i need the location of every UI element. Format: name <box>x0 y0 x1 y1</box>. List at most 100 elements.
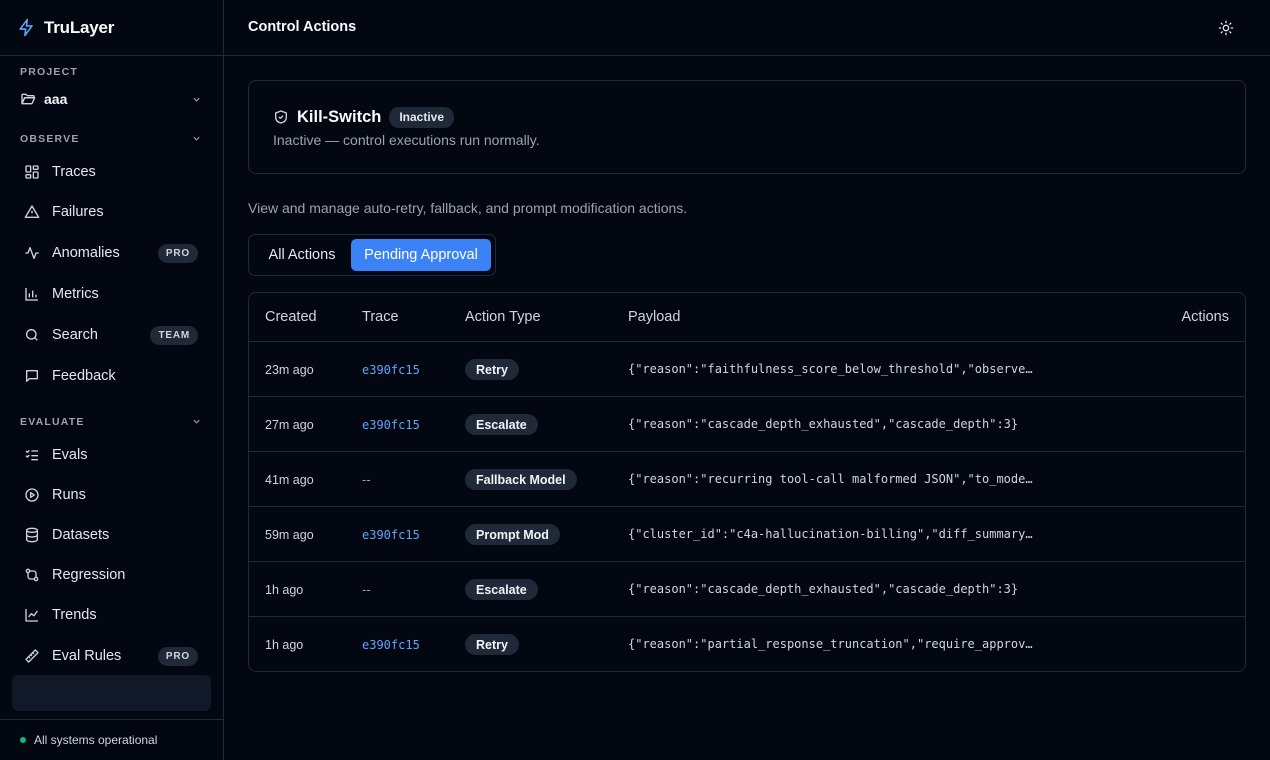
pro-badge: PRO <box>157 244 198 263</box>
sidebar-item-label: Trends <box>52 607 97 623</box>
team-badge: TEAM <box>150 326 198 345</box>
trace-link[interactable]: e390fc15 <box>362 397 420 452</box>
column-header-action-type[interactable]: Action Type <box>465 309 541 325</box>
action-type-badge: Escalate <box>465 579 538 600</box>
kill-switch-card: Kill-Switch Inactive Inactive — control … <box>248 80 1246 174</box>
chevron-down-icon <box>193 97 200 102</box>
trace-link[interactable]: e390fc15 <box>362 342 420 397</box>
pro-badge: PRO <box>157 647 198 666</box>
table-row[interactable]: 41m ago -- Fallback Model {"reason":"rec… <box>249 452 1245 507</box>
kill-switch-header: Kill-Switch Inactive <box>273 106 455 128</box>
page-title: Control Actions <box>248 19 357 35</box>
evaluate-section-label: EVALUATE <box>20 416 85 428</box>
line-chart-icon <box>25 609 38 622</box>
created-cell: 59m ago <box>265 527 314 542</box>
sidebar-item-label: Anomalies <box>52 245 120 261</box>
sidebar-item-label: Traces <box>52 164 96 180</box>
sun-icon <box>1218 20 1234 36</box>
sidebar-item-regression[interactable]: Regression <box>12 558 211 592</box>
action-type-badge: Retry <box>465 634 519 655</box>
project-name: aaa <box>44 91 68 107</box>
database-icon <box>26 527 38 543</box>
topbar: Control Actions <box>224 0 1270 56</box>
sidebar-item-label: Runs <box>52 487 86 503</box>
git-compare-icon <box>25 568 39 582</box>
play-circle-icon <box>25 488 39 502</box>
column-header-trace[interactable]: Trace <box>362 309 399 325</box>
sidebar-item-label: Metrics <box>52 286 99 302</box>
sidebar-item-datasets[interactable]: Datasets <box>12 518 211 552</box>
folder-icon <box>21 93 36 105</box>
created-cell: 1h ago <box>265 582 304 597</box>
brand-name: TruLayer <box>44 17 115 37</box>
payload-cell: {"reason":"partial_response_truncation",… <box>628 637 1036 651</box>
tab-all-actions[interactable]: All Actions <box>253 239 351 271</box>
action-type-cell: Escalate <box>465 397 538 452</box>
search-icon <box>26 329 38 341</box>
tab-pending-approval[interactable]: Pending Approval <box>351 239 491 271</box>
action-type-badge: Escalate <box>465 414 538 435</box>
sidebar-item-trends[interactable]: Trends <box>12 598 211 632</box>
table-row[interactable]: 59m ago e390fc15 Prompt Mod {"cluster_id… <box>249 507 1245 562</box>
sidebar-item-anomalies[interactable]: Anomalies PRO <box>12 236 211 270</box>
sidebar-item-label: Search <box>52 327 98 343</box>
sidebar-item-search[interactable]: Search TEAM <box>12 318 211 352</box>
column-header-actions: Actions <box>1181 309 1229 325</box>
sidebar-item-label: Feedback <box>52 368 116 384</box>
table-row[interactable]: 23m ago e390fc15 Retry {"reason":"faithf… <box>249 342 1245 397</box>
actions-table: Created Trace Action Type Payload Action… <box>248 292 1246 672</box>
column-header-created[interactable]: Created <box>265 309 317 325</box>
table-row[interactable]: 1h ago -- Escalate {"reason":"cascade_de… <box>249 562 1245 617</box>
column-header-payload[interactable]: Payload <box>628 309 680 325</box>
system-status: All systems operational <box>0 719 223 760</box>
table-row[interactable]: 27m ago e390fc15 Escalate {"reason":"cas… <box>249 397 1245 452</box>
payload-cell: {"reason":"cascade_depth_exhausted","cas… <box>628 582 1019 596</box>
status-dot <box>20 737 26 743</box>
created-cell: 1h ago <box>265 637 304 652</box>
checklist-icon <box>25 449 38 461</box>
created-cell: 41m ago <box>265 472 314 487</box>
sidebar-item-traces[interactable]: Traces <box>12 155 211 189</box>
bolt-icon <box>19 18 33 37</box>
kill-switch-description: Inactive — control executions run normal… <box>273 132 540 148</box>
sidebar-item-label: Evals <box>52 447 88 463</box>
trace-link[interactable]: e390fc15 <box>362 617 420 671</box>
project-selector[interactable]: aaa <box>20 89 204 109</box>
action-type-badge: Retry <box>465 359 519 380</box>
sidebar: TruLayer PROJECT aaa OBSERVE Traces Fail… <box>0 0 224 760</box>
sidebar-item-evals[interactable]: Evals <box>12 438 211 472</box>
grid-icon <box>25 165 39 179</box>
observe-collapse-icon[interactable] <box>191 133 202 144</box>
table-header: Created Trace Action Type Payload Action… <box>249 293 1245 342</box>
status-text: All systems operational <box>34 733 158 747</box>
page-description: View and manage auto-retry, fallback, an… <box>248 200 688 216</box>
trace-empty: -- <box>362 582 371 597</box>
observe-section-label: OBSERVE <box>20 133 80 145</box>
sidebar-item-label: Datasets <box>52 527 110 543</box>
project-section-label: PROJECT <box>20 66 78 78</box>
sidebar-item-failures[interactable]: Failures <box>12 195 211 229</box>
evaluate-collapse-icon[interactable] <box>191 416 202 427</box>
action-type-cell: Retry <box>465 617 519 671</box>
shield-check-icon <box>275 110 287 124</box>
table-row[interactable]: 1h ago e390fc15 Retry {"reason":"partial… <box>249 617 1245 671</box>
payload-cell: {"cluster_id":"c4a-hallucination-billing… <box>628 527 1036 541</box>
action-type-cell: Prompt Mod <box>465 507 560 562</box>
action-type-cell: Retry <box>465 342 519 397</box>
sidebar-item-label: Regression <box>52 567 126 583</box>
sidebar-item-metrics[interactable]: Metrics <box>12 277 211 311</box>
brand[interactable]: TruLayer <box>0 0 223 56</box>
sidebar-item-eval-rules[interactable]: Eval Rules PRO <box>12 639 211 673</box>
theme-toggle-button[interactable] <box>1214 18 1238 38</box>
kill-switch-status-badge: Inactive <box>389 106 455 128</box>
action-type-badge: Prompt Mod <box>465 524 560 545</box>
message-icon <box>26 370 38 382</box>
kill-switch-title: Kill-Switch <box>297 107 382 126</box>
bar-chart-icon <box>25 288 38 301</box>
trace-empty: -- <box>362 472 371 487</box>
created-cell: 23m ago <box>265 362 314 377</box>
sidebar-item-runs[interactable]: Runs <box>12 478 211 512</box>
ruler-icon <box>25 649 39 663</box>
trace-link[interactable]: e390fc15 <box>362 507 420 562</box>
sidebar-item-feedback[interactable]: Feedback <box>12 359 211 393</box>
